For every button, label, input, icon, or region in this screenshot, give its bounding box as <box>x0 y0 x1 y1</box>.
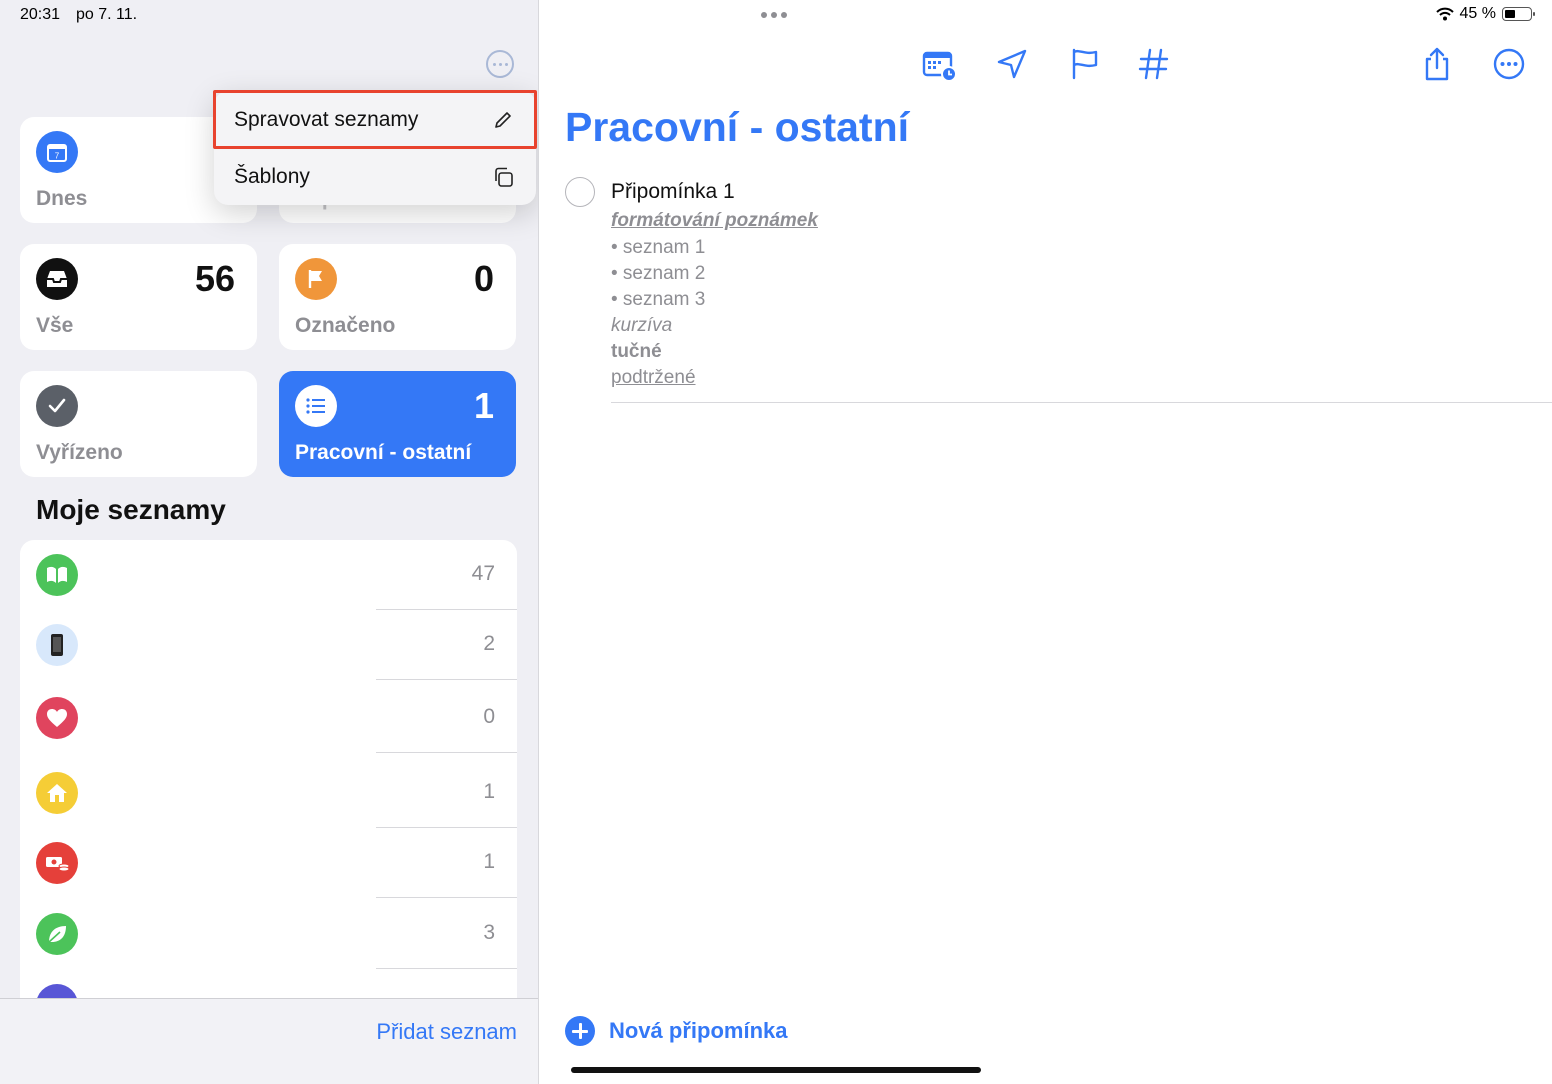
ellipsis-icon <box>492 62 496 66</box>
list-count: 1 <box>483 780 495 803</box>
list-item[interactable]: 47 <box>20 540 517 610</box>
main-panel: 45 % Pracovní - ostatní Připomínka 1 for… <box>539 0 1552 1084</box>
note-italic: kurzíva <box>611 315 673 336</box>
smart-list-label: Dnes <box>36 187 88 210</box>
book-icon <box>36 554 78 596</box>
money-icon <box>36 842 78 884</box>
smart-list-count: 0 <box>473 258 494 299</box>
hashtag-icon[interactable] <box>1136 46 1172 82</box>
status-right: 45 % <box>1435 5 1535 23</box>
smart-list-label: Vyřízeno <box>36 441 123 464</box>
multitasking-dots[interactable] <box>761 12 787 18</box>
list-title: Pracovní - ostatní <box>565 104 910 150</box>
list-item[interactable]: 0 <box>20 683 517 753</box>
status-date: po 7. 11. <box>76 6 138 23</box>
list-item[interactable]: 3 <box>20 899 517 969</box>
flag-icon <box>295 258 337 300</box>
status-time: 20:31 <box>20 6 61 23</box>
reminder-checkbox[interactable] <box>565 177 595 207</box>
menu-item-templates[interactable]: Šablony <box>214 148 536 205</box>
calendar-icon: 7 <box>36 131 78 173</box>
leaf-icon <box>36 913 78 955</box>
battery-percent: 45 % <box>1459 5 1496 22</box>
note-bold: tučné <box>611 341 662 362</box>
flag-icon[interactable] <box>1066 46 1102 82</box>
reminder-title[interactable]: Připomínka 1 <box>611 180 735 204</box>
list-item[interactable]: 1 <box>20 828 517 898</box>
add-list-button[interactable]: Přidat seznam <box>376 1019 517 1045</box>
smart-list-label: Vše <box>36 314 74 337</box>
checkmark-icon <box>36 385 78 427</box>
note-underline: podtržené <box>611 367 696 388</box>
battery-icon <box>1502 7 1535 21</box>
list-item-partial[interactable] <box>20 970 517 1000</box>
smart-list-selected[interactable]: 1 Pracovní - ostatní <box>279 371 516 477</box>
list-icon <box>295 385 337 427</box>
smart-list-label: Označeno <box>295 314 396 337</box>
smart-list-count: 1 <box>473 385 494 426</box>
my-lists: 47 2 0 1 1 3 <box>20 540 517 1000</box>
house-icon <box>36 772 78 814</box>
note-bullet: • seznam 2 <box>611 263 706 284</box>
my-lists-title: Moje seznamy <box>36 494 226 525</box>
more-icon[interactable] <box>1491 46 1527 82</box>
phone-icon <box>36 624 78 666</box>
note-bullet: • seznam 3 <box>611 289 706 310</box>
home-indicator <box>571 1067 981 1073</box>
tray-icon <box>36 258 78 300</box>
smart-list-completed[interactable]: Vyřízeno <box>20 371 257 477</box>
note-bullet: • seznam 1 <box>611 237 706 258</box>
new-reminder-button[interactable]: Nová připomínka <box>565 1016 787 1046</box>
smart-list-all[interactable]: 56 Vše <box>20 244 257 350</box>
list-count: 47 <box>471 562 495 585</box>
list-item[interactable]: 1 <box>20 758 517 828</box>
wifi-icon <box>1435 7 1454 21</box>
new-reminder-label: Nová připomínka <box>609 1018 788 1043</box>
list-count: 0 <box>483 705 495 728</box>
list-count: 1 <box>483 850 495 873</box>
copy-icon <box>495 167 513 187</box>
highlight-box <box>213 90 537 149</box>
share-icon[interactable] <box>1419 46 1455 82</box>
list-count: 2 <box>483 632 495 655</box>
list-item[interactable]: 2 <box>20 610 517 680</box>
list-count: 3 <box>483 921 495 944</box>
menu-item-label: Šablony <box>234 164 310 188</box>
heart-icon <box>36 697 78 739</box>
plus-circle-icon <box>565 1016 595 1046</box>
context-menu: Spravovat seznamy Šablony <box>213 90 537 205</box>
svg-text:7: 7 <box>55 152 60 161</box>
sidebar-more-button[interactable] <box>486 50 514 78</box>
smart-list-flagged[interactable]: 0 Označeno <box>279 244 516 350</box>
sidebar: 20:31 po 7. 11. 7 Dnes Naplánováno 56 Vš… <box>0 0 538 1084</box>
note-heading: formátování poznámek <box>611 210 818 231</box>
smart-list-label: Pracovní - ostatní <box>295 441 472 464</box>
location-arrow-icon[interactable] <box>994 46 1030 82</box>
calendar-clock-icon[interactable] <box>921 46 957 82</box>
sidebar-footer: Přidat seznam <box>0 998 538 1084</box>
smart-list-count: 56 <box>194 258 235 299</box>
